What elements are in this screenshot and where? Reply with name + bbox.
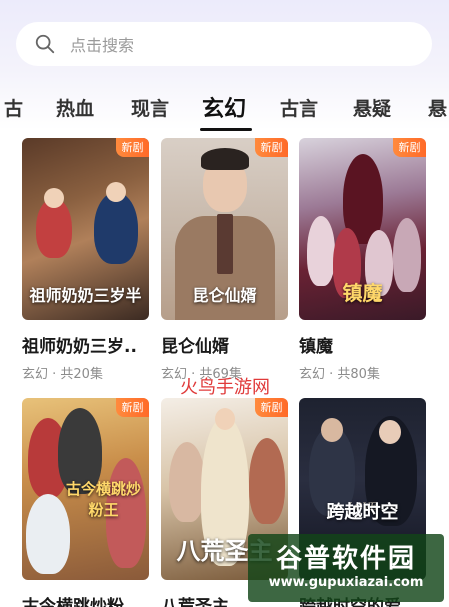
category-tabs: 古 热血 现言 玄幻 古言 悬疑 悬 — [0, 84, 449, 132]
poster-title: 昆仑仙婿 — [192, 286, 257, 305]
drama-title: 祖师奶奶三岁.. — [22, 337, 137, 357]
poster-title: 祖师奶奶三岁半 — [29, 286, 142, 305]
poster-image[interactable]: 新剧 古今横跳炒粉王 — [22, 398, 149, 580]
watermark-url: www.gupuxiazai.com — [268, 575, 424, 590]
drama-title: 镇魔 — [299, 337, 333, 357]
tab-partial-left[interactable]: 古 — [4, 94, 23, 121]
active-tab-indicator — [200, 128, 252, 131]
search-placeholder: 点击搜索 — [70, 36, 135, 55]
drama-meta: 玄幻 · 共20集 — [22, 367, 103, 382]
watermark-title: 谷普软件园 — [275, 544, 416, 574]
drama-card[interactable]: 新剧 祖师奶奶三岁半 祖师奶奶三岁.. 玄幻 · 共20集 — [22, 138, 149, 382]
new-badge: 新剧 — [255, 398, 288, 417]
search-icon — [35, 34, 55, 54]
poster-image[interactable]: 新剧 祖师奶奶三岁半 — [22, 138, 149, 320]
watermark-logo: 谷普软件园 www.gupuxiazai.com — [248, 534, 444, 602]
new-badge: 新剧 — [116, 398, 149, 417]
drama-title: 古今横跳炒粉.. — [22, 597, 137, 607]
tab-rexue[interactable]: 热血 — [56, 94, 94, 121]
new-badge: 新剧 — [393, 138, 426, 157]
tab-partial-right[interactable]: 悬 — [428, 94, 447, 121]
drama-card[interactable]: 新剧 昆仑仙婿 昆仑仙婿 玄幻 · 共69集 — [161, 138, 288, 382]
new-badge: 新剧 — [255, 138, 288, 157]
drama-meta: 玄幻 · 共80集 — [299, 367, 380, 382]
poster-image[interactable]: 新剧 镇魔 — [299, 138, 426, 320]
search-bar[interactable]: 点击搜索 — [16, 22, 432, 66]
drama-card[interactable]: 新剧 镇魔 镇魔 玄幻 · 共80集 — [299, 138, 426, 382]
tab-guyan[interactable]: 古言 — [280, 94, 318, 121]
drama-card[interactable]: 新剧 古今横跳炒粉王 古今横跳炒粉.. — [22, 398, 149, 607]
tab-xuanhuan[interactable]: 玄幻 — [202, 91, 246, 123]
poster-title: 古今横跳炒粉王 — [65, 480, 141, 519]
poster-title: 跨越时空 — [326, 502, 399, 523]
tab-xuanyi[interactable]: 悬疑 — [353, 94, 391, 121]
new-badge: 新剧 — [116, 138, 149, 157]
watermark-text: 火鸟手游网 — [180, 377, 270, 398]
poster-title: 镇魔 — [342, 281, 383, 305]
tab-xianyan[interactable]: 现言 — [131, 94, 169, 121]
drama-title: 昆仑仙婿 — [161, 337, 229, 357]
poster-image[interactable]: 新剧 昆仑仙婿 — [161, 138, 288, 320]
